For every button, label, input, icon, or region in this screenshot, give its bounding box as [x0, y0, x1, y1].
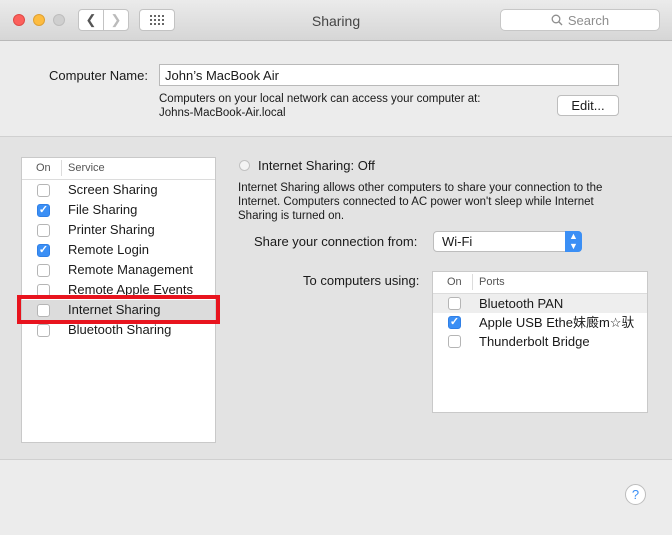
to-computers-label: To computers using: [303, 273, 420, 288]
service-row[interactable]: Remote Login [22, 240, 215, 260]
ports-col-on: On [447, 276, 462, 288]
help-button[interactable]: ? [625, 484, 646, 505]
bottom-bar [0, 459, 672, 535]
ports-list-header: On Ports [433, 272, 647, 294]
service-label: Printer Sharing [68, 222, 155, 237]
service-label: File Sharing [68, 202, 138, 217]
network-note: Computers on your local network can acce… [159, 93, 481, 105]
service-label: Remote Management [68, 262, 194, 277]
edit-button[interactable]: Edit... [557, 95, 619, 116]
internet-sharing-status: Internet Sharing: Off [258, 158, 375, 173]
hostname-text: Johns-MacBook-Air.local [159, 107, 286, 119]
search-field[interactable]: Search [500, 9, 660, 31]
service-row[interactable]: File Sharing [22, 200, 215, 220]
service-row[interactable]: Screen Sharing [22, 180, 215, 200]
port-checkbox[interactable] [448, 335, 461, 348]
computer-name-label: Computer Name: [49, 68, 148, 83]
port-label: Thunderbolt Bridge [479, 334, 590, 349]
port-row[interactable]: Apple USB Ethe妹廄m☆驮 [433, 313, 647, 332]
service-checkbox[interactable] [37, 224, 50, 237]
port-row[interactable]: Bluetooth PAN [433, 294, 647, 313]
ports-col-ports: Ports [479, 276, 505, 288]
port-checkbox[interactable] [448, 316, 461, 329]
port-label: Apple USB Ethe妹廄m☆驮 [479, 315, 635, 330]
internet-sharing-description: Internet Sharing allows other computers … [238, 182, 603, 222]
service-checkbox[interactable] [37, 244, 50, 257]
search-placeholder: Search [567, 12, 610, 28]
service-checkbox[interactable] [37, 324, 50, 337]
service-col-service: Service [68, 162, 105, 174]
service-col-on: On [36, 162, 51, 174]
service-checkbox[interactable] [37, 264, 50, 277]
service-checkbox[interactable] [37, 184, 50, 197]
service-checkbox[interactable] [37, 204, 50, 217]
computer-name-field[interactable]: John’s MacBook Air [159, 64, 619, 86]
share-from-value: Wi-Fi [442, 234, 473, 249]
service-row[interactable]: Remote Management [22, 260, 215, 280]
port-row[interactable]: Thunderbolt Bridge [433, 332, 647, 351]
status-indicator-icon [239, 160, 250, 171]
service-label: Screen Sharing [68, 182, 158, 197]
updown-arrows-icon: ▲ ▼ [565, 231, 582, 252]
share-from-label: Share your connection from: [254, 234, 418, 249]
port-checkbox[interactable] [448, 297, 461, 310]
service-label: Remote Login [68, 242, 149, 257]
highlight-box [17, 295, 220, 324]
service-row[interactable]: Printer Sharing [22, 220, 215, 240]
share-from-select[interactable]: Wi-Fi ▲ ▼ [433, 231, 582, 252]
computer-name-section [0, 41, 672, 137]
port-label: Bluetooth PAN [479, 296, 564, 311]
service-list-header: On Service [22, 158, 215, 180]
title-bar: ❮ ❯ Sharing Search [0, 0, 672, 41]
search-icon [551, 14, 563, 26]
